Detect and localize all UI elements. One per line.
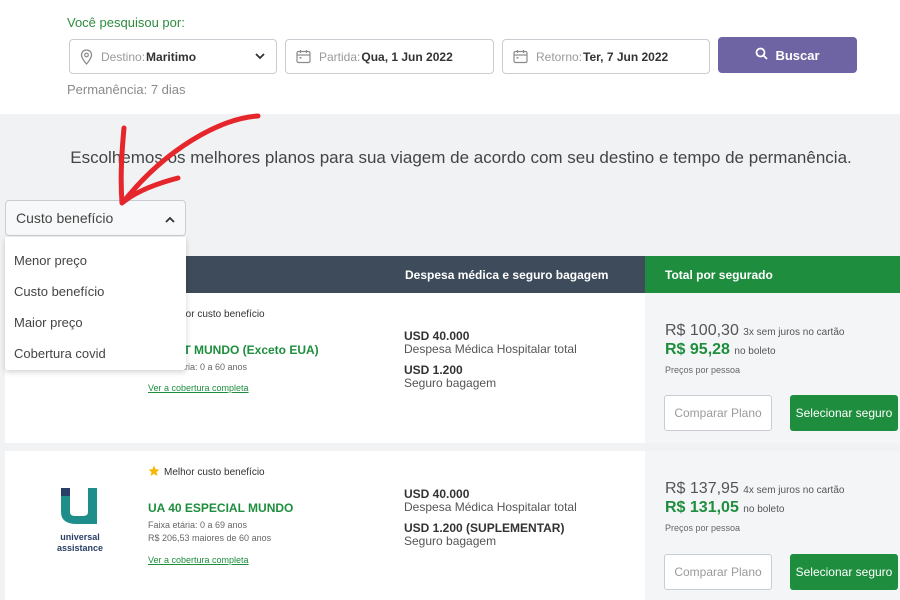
chevron-up-icon (164, 213, 176, 229)
column-header-despesa: Despesa médica e seguro bagagem (405, 268, 609, 282)
coverage-link[interactable]: Ver a cobertura completa (148, 383, 249, 393)
medical-amount: USD 40.000 (404, 487, 470, 501)
coverage-link[interactable]: Ver a cobertura completa (148, 555, 249, 565)
medical-amount: USD 40.000 (404, 329, 470, 343)
per-person-note: Preços por pessoa (665, 365, 741, 375)
compare-plan-button[interactable]: Comparar Plano (664, 554, 772, 590)
departure-value: Qua, 1 Jun 2022 (361, 49, 453, 64)
baggage-amount: USD 1.200 (404, 363, 463, 377)
return-date-field[interactable]: Retorno: Ter, 7 Jun 2022 (502, 39, 710, 74)
sort-option-maior-preco[interactable]: Maior preço (14, 315, 83, 330)
plan-card: universal assistance Melhor custo benefí… (5, 451, 900, 600)
card-price: R$ 100,30 3x sem juros no cartão (665, 322, 845, 339)
search-summary-panel: Você pesquisou por: Destino: Maritimo Pa… (0, 0, 900, 114)
column-header-total: Total por segurado (645, 256, 900, 293)
plan-extra-price: R$ 206,53 maiores de 60 anos (148, 533, 272, 543)
sort-select[interactable]: Custo benefício (5, 200, 186, 236)
stay-duration: Permanência: 7 dias (67, 82, 186, 97)
logo-text-line1: universal (60, 532, 100, 542)
departure-date-field[interactable]: Partida: Qua, 1 Jun 2022 (285, 39, 494, 74)
destination-value: Maritimo (146, 49, 197, 64)
baggage-amount-desc: Seguro bagagem (404, 376, 497, 390)
sort-option-custo-beneficio[interactable]: Custo benefício (14, 284, 104, 299)
plan-age-range: Faixa etária: 0 a 69 anos (148, 520, 248, 530)
boleto-price: R$ 131,05 no boleto (665, 499, 785, 516)
plan-name: UA 40 ESPECIAL MUNDO (148, 501, 294, 515)
compare-plan-button[interactable]: Comparar Plano (664, 395, 772, 431)
plan-price-panel: R$ 100,30 3x sem juros no cartão R$ 95,2… (645, 293, 900, 443)
sort-options-menu: Menor preço Custo benefício Maior preço … (5, 237, 186, 370)
calendar-icon (296, 49, 311, 64)
results-headline: Escolhemos os melhores planos para sua v… (70, 148, 852, 167)
return-label: Retorno: (536, 49, 583, 64)
medical-amount-desc: Despesa Médica Hospitalar total (404, 500, 577, 514)
location-pin-icon (80, 48, 93, 65)
plan-tag: Melhor custo benefício (148, 465, 265, 480)
sort-option-menor-preco[interactable]: Menor preço (14, 253, 87, 268)
card-price: R$ 137,95 4x sem juros no cartão (665, 480, 845, 497)
destination-select[interactable]: Destino: Maritimo (69, 39, 277, 74)
baggage-amount: USD 1.200 (SUPLEMENTAR) (404, 521, 565, 535)
universal-assistance-logo: universal assistance (45, 486, 115, 553)
medical-amount-desc: Despesa Médica Hospitalar total (404, 342, 577, 356)
select-insurance-button[interactable]: Selecionar seguro (790, 395, 898, 431)
per-person-note: Preços por pessoa (665, 523, 741, 533)
logo-text-line2: assistance (56, 543, 104, 553)
search-button[interactable]: Buscar (718, 37, 857, 73)
calendar-icon (513, 49, 528, 64)
baggage-amount-desc: Seguro bagagem (404, 534, 497, 548)
departure-label: Partida: (319, 49, 361, 64)
chevron-down-icon (254, 50, 266, 65)
sort-selected-value: Custo benefício (16, 210, 114, 226)
sort-option-cobertura-covid[interactable]: Cobertura covid (14, 346, 106, 361)
star-icon (148, 465, 160, 480)
search-summary-label: Você pesquisou por: (67, 15, 185, 30)
plan-price-panel: R$ 137,95 4x sem juros no cartão R$ 131,… (645, 451, 900, 600)
boleto-price: R$ 95,28 no boleto (665, 341, 776, 358)
return-value: Ter, 7 Jun 2022 (583, 49, 669, 64)
select-insurance-button[interactable]: Selecionar seguro (790, 554, 898, 590)
search-icon (755, 47, 769, 63)
destination-label: Destino: (101, 49, 146, 64)
universal-assistance-logo-mark (61, 488, 97, 524)
search-button-label: Buscar (775, 47, 820, 63)
